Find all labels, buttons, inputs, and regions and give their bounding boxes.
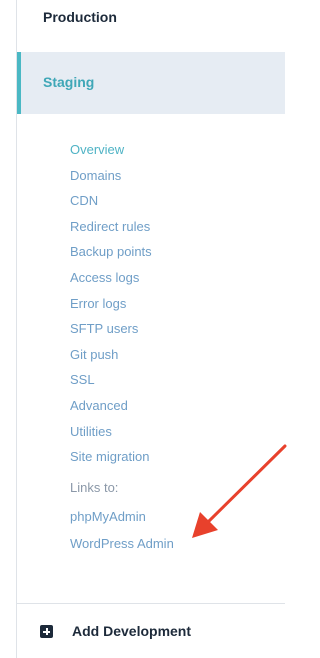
plus-square-icon [40, 625, 53, 638]
add-development-label: Add Development [72, 623, 192, 639]
environment-sidebar: Production Staging Overview Domains CDN … [0, 0, 287, 658]
env-staging-label: Staging [43, 74, 95, 90]
red-arrow-annotation [192, 444, 287, 538]
submenu-item-sftp-users[interactable]: SFTP users [70, 318, 270, 344]
env-production-label: Production [43, 9, 117, 25]
submenu-item-backup-points[interactable]: Backup points [70, 241, 270, 267]
submenu-item-git-push[interactable]: Git push [70, 344, 270, 370]
phpmyadmin-link[interactable]: phpMyAdmin [70, 509, 146, 524]
submenu-item-overview[interactable]: Overview [70, 139, 270, 165]
submenu-item-cdn[interactable]: CDN [70, 190, 270, 216]
env-staging[interactable]: Staging [17, 52, 285, 114]
submenu-item-redirect-rules[interactable]: Redirect rules [70, 216, 270, 242]
submenu-item-error-logs[interactable]: Error logs [70, 293, 270, 319]
wordpress-admin-link[interactable]: WordPress Admin [70, 536, 174, 551]
submenu-item-domains[interactable]: Domains [70, 165, 270, 191]
submenu-item-access-logs[interactable]: Access logs [70, 267, 270, 293]
env-production[interactable]: Production [17, 0, 285, 40]
staging-submenu: Overview Domains CDN Redirect rules Back… [70, 139, 270, 472]
submenu-item-ssl[interactable]: SSL [70, 369, 270, 395]
links-heading: Links to: [70, 480, 119, 495]
section-divider [17, 603, 285, 604]
active-indicator [17, 52, 21, 114]
submenu-item-advanced[interactable]: Advanced [70, 395, 270, 421]
